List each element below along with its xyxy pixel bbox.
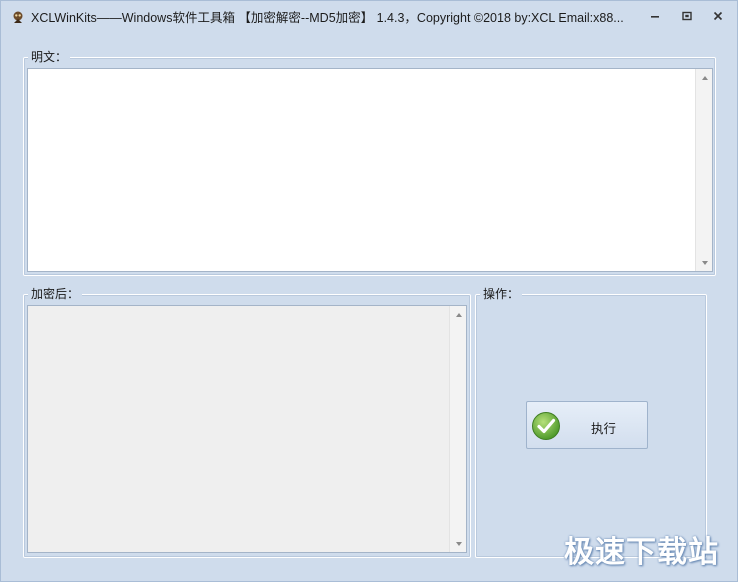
maximize-button[interactable] xyxy=(675,7,699,27)
close-icon xyxy=(712,10,724,25)
scroll-up-arrow-icon[interactable] xyxy=(696,69,712,86)
scroll-down-arrow-icon[interactable] xyxy=(450,535,466,552)
window-title: XCLWinKits——Windows软件工具箱 【加密解密--MD5加密】 1… xyxy=(31,11,624,25)
minimize-icon xyxy=(649,10,661,25)
watermark-text: 极速下载站 xyxy=(564,535,719,570)
execute-button[interactable]: 执行 xyxy=(526,401,648,449)
ciphertext-value xyxy=(28,306,466,312)
app-logo-icon[interactable] xyxy=(11,10,25,24)
maximize-icon xyxy=(681,10,693,25)
plaintext-scrollbar[interactable] xyxy=(695,69,712,271)
app-window: XCLWinKits——Windows软件工具箱 【加密解密--MD5加密】 1… xyxy=(0,0,738,582)
ciphertext-output[interactable] xyxy=(27,305,467,553)
plaintext-legend: 明文： xyxy=(28,50,71,64)
plaintext-input[interactable] xyxy=(27,68,713,272)
title-bar[interactable]: XCLWinKits——Windows软件工具箱 【加密解密--MD5加密】 1… xyxy=(1,1,737,33)
close-button[interactable] xyxy=(706,7,730,27)
plaintext-value xyxy=(28,69,712,75)
scroll-up-arrow-icon[interactable] xyxy=(450,306,466,323)
operations-legend: 操作： xyxy=(480,287,523,301)
ciphertext-scrollbar[interactable] xyxy=(449,306,466,552)
ciphertext-legend: 加密后： xyxy=(28,287,83,301)
checkmark-icon xyxy=(531,411,561,441)
minimize-button[interactable] xyxy=(643,7,667,27)
scroll-down-arrow-icon[interactable] xyxy=(696,254,712,271)
execute-label: 执行 xyxy=(591,422,617,436)
